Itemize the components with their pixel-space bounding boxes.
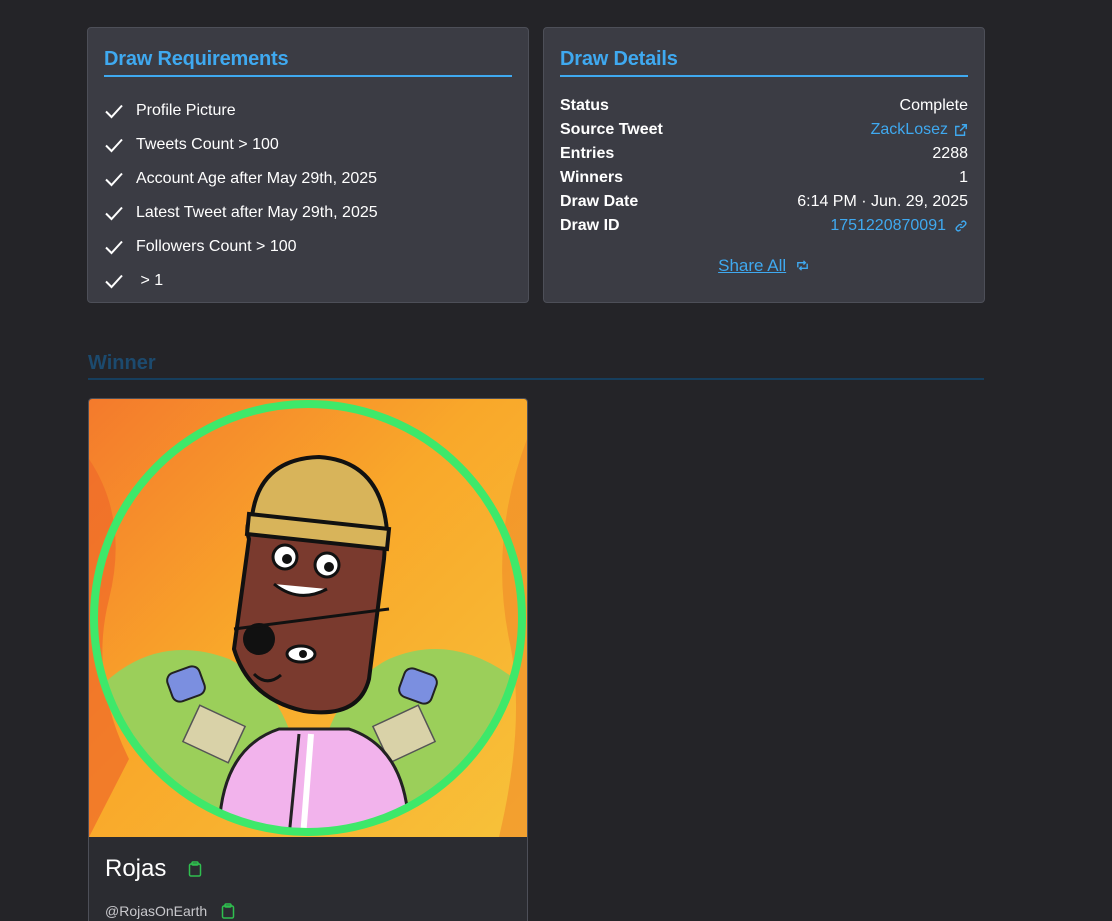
detail-row-draw-date: Draw Date 6:14 PM · Jun. 29, 2025 bbox=[560, 190, 968, 214]
source-tweet-link[interactable]: ZackLosez bbox=[871, 121, 968, 139]
draw-id-text: 1751220870091 bbox=[830, 217, 946, 234]
requirement-item: Account Age after May 29th, 2025 bbox=[104, 162, 378, 196]
source-tweet-text: ZackLosez bbox=[870, 121, 948, 138]
details-rows: Status Complete Source Tweet ZackLosez E… bbox=[560, 94, 968, 238]
winner-card: Rojas @RojasOnEarth bbox=[88, 398, 528, 921]
check-icon bbox=[105, 172, 123, 187]
share-all-link[interactable]: Share All bbox=[544, 256, 984, 276]
winner-heading: Winner bbox=[88, 352, 984, 380]
detail-row-winners: Winners 1 bbox=[560, 166, 968, 190]
detail-label: Entries bbox=[560, 145, 615, 162]
profile-avatar bbox=[89, 399, 527, 837]
requirement-label: Account Age after May 29th, 2025 bbox=[136, 170, 378, 187]
draw-id-link[interactable]: 1751220870091 bbox=[830, 217, 968, 235]
winner-name: Rojas bbox=[105, 855, 167, 882]
detail-label: Source Tweet bbox=[560, 121, 663, 138]
detail-label: Status bbox=[560, 97, 609, 114]
requirement-label: Latest Tweet after May 29th, 2025 bbox=[136, 204, 378, 221]
link-icon bbox=[955, 220, 967, 232]
check-icon bbox=[105, 240, 123, 255]
requirement-label: Tweets Count > 100 bbox=[136, 136, 279, 153]
draw-details-title: Draw Details bbox=[560, 48, 968, 77]
draw-details-card: Draw Details Status Complete Source Twee… bbox=[543, 27, 985, 303]
draw-requirements-title: Draw Requirements bbox=[104, 48, 512, 77]
check-icon bbox=[105, 104, 123, 119]
page: Draw Requirements Profile Picture Tweets… bbox=[0, 0, 1112, 921]
retweet-icon bbox=[797, 260, 808, 271]
requirement-item: Latest Tweet after May 29th, 2025 bbox=[104, 196, 378, 230]
check-icon bbox=[105, 274, 123, 289]
detail-label: Draw ID bbox=[560, 217, 620, 234]
status-value: Complete bbox=[899, 97, 968, 114]
requirement-item: > 1 bbox=[104, 264, 378, 298]
detail-row-status: Status Complete bbox=[560, 94, 968, 118]
check-icon bbox=[105, 138, 123, 153]
share-all-label: Share All bbox=[718, 256, 787, 275]
requirement-label: Profile Picture bbox=[136, 102, 236, 119]
detail-row-source-tweet: Source Tweet ZackLosez bbox=[560, 118, 968, 142]
copy-icon[interactable] bbox=[221, 903, 235, 919]
requirement-item: Profile Picture bbox=[104, 94, 378, 128]
winners-value: 1 bbox=[959, 169, 968, 186]
check-icon bbox=[105, 206, 123, 221]
detail-row-entries: Entries 2288 bbox=[560, 142, 968, 166]
draw-date-value: 6:14 PM · Jun. 29, 2025 bbox=[797, 193, 968, 210]
winner-name-row: Rojas bbox=[105, 855, 202, 883]
requirement-item: Tweets Count > 100 bbox=[104, 128, 378, 162]
copy-icon[interactable] bbox=[188, 861, 202, 877]
winner-handle-row: @RojasOnEarth bbox=[105, 903, 235, 919]
external-link-icon bbox=[955, 124, 967, 136]
detail-label: Winners bbox=[560, 169, 623, 186]
requirement-label: > 1 bbox=[136, 272, 164, 289]
detail-label: Draw Date bbox=[560, 193, 639, 210]
winner-handle: @RojasOnEarth bbox=[105, 903, 208, 919]
entries-value: 2288 bbox=[932, 145, 968, 162]
requirement-label: Followers Count > 100 bbox=[136, 238, 297, 255]
detail-row-draw-id: Draw ID 1751220870091 bbox=[560, 214, 968, 238]
draw-requirements-card: Draw Requirements Profile Picture Tweets… bbox=[87, 27, 529, 303]
requirements-list: Profile Picture Tweets Count > 100 Accou… bbox=[104, 94, 378, 298]
requirement-item: Followers Count > 100 bbox=[104, 230, 378, 264]
